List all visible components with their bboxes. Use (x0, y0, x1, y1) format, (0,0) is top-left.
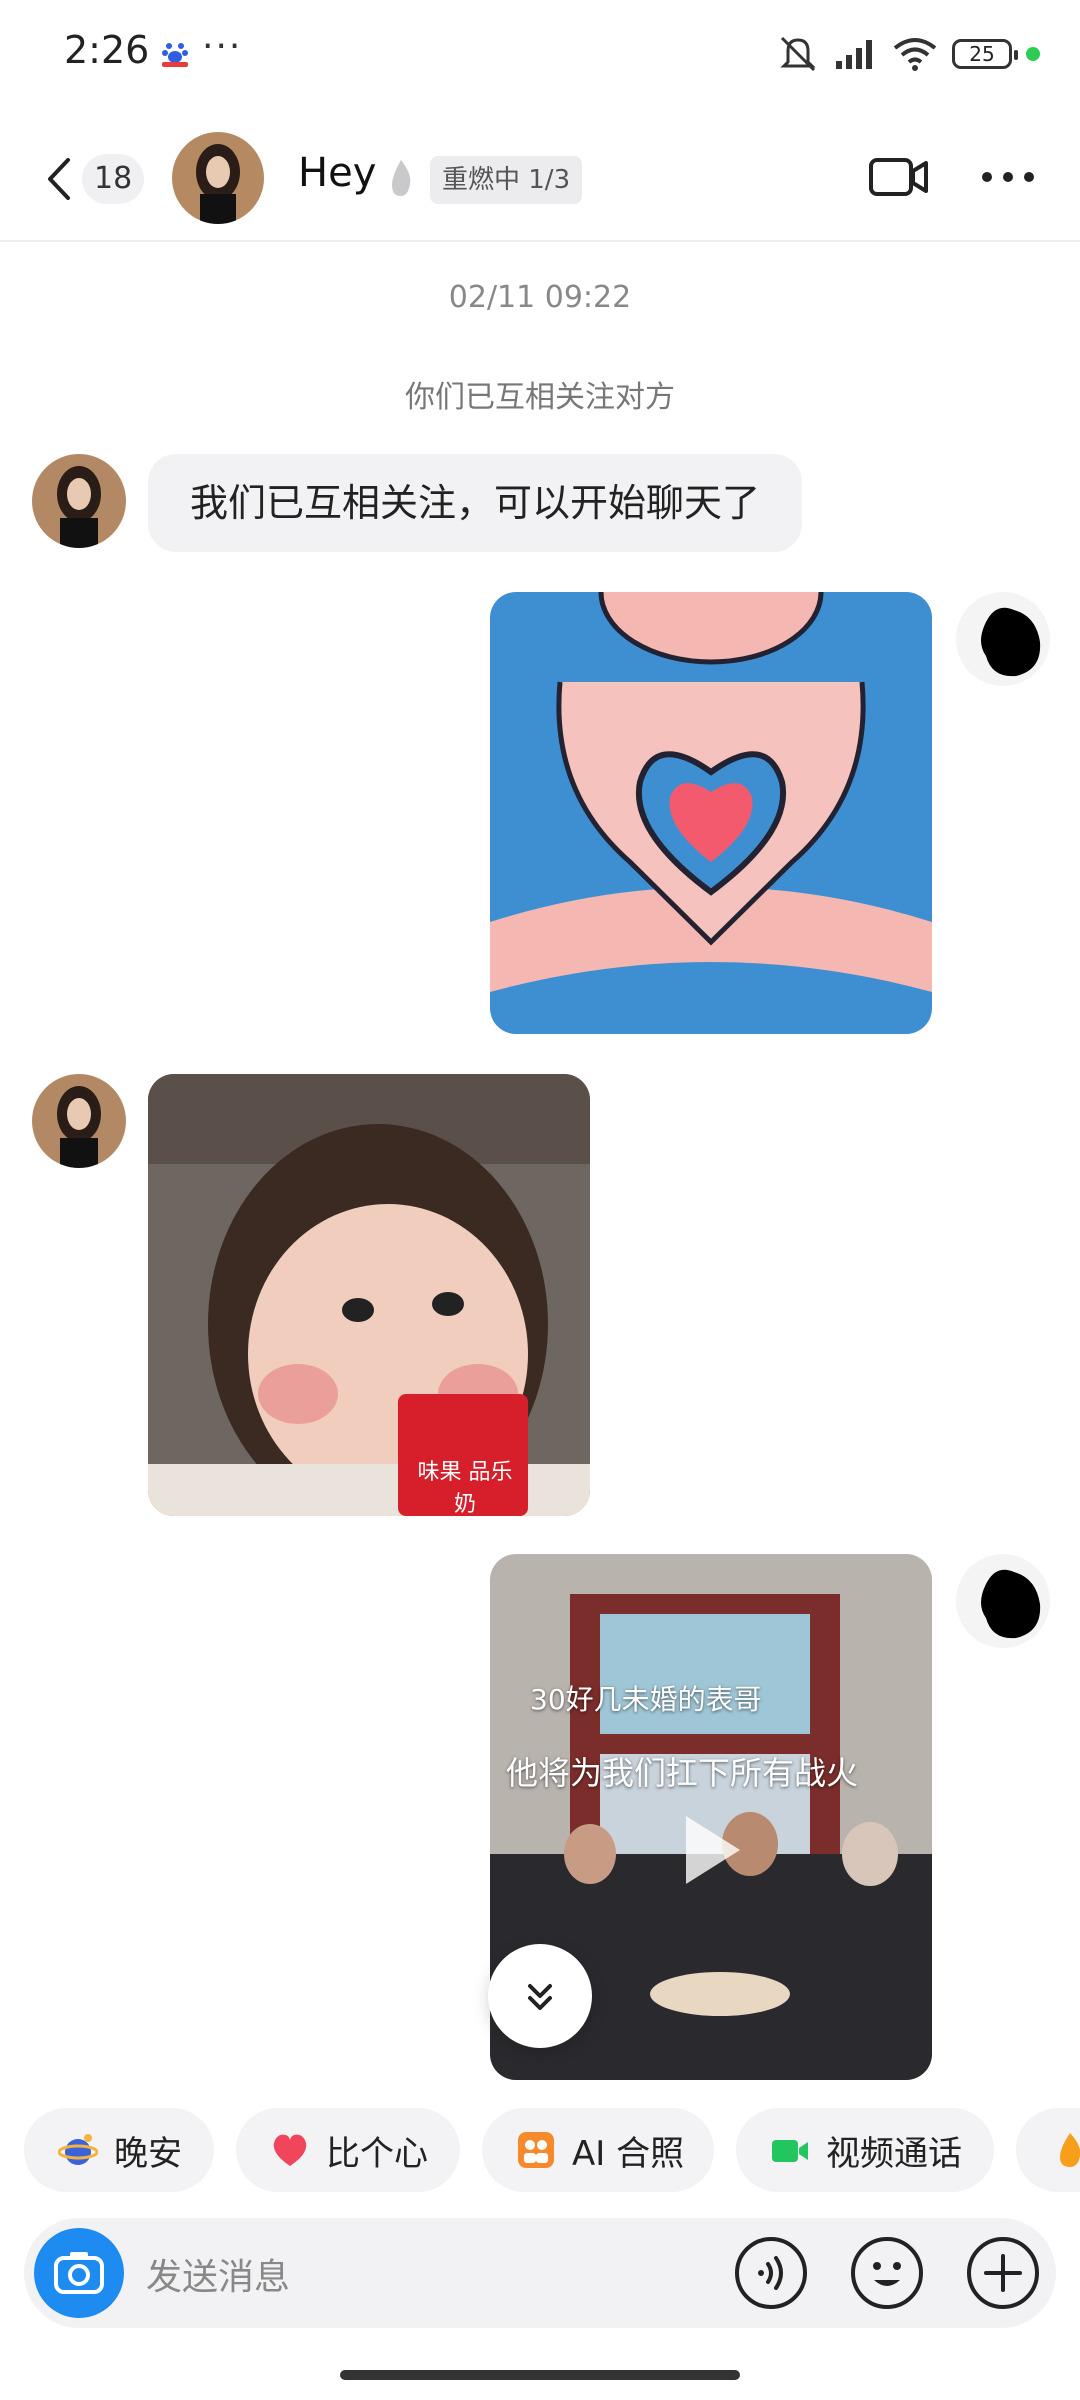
video-call-icon[interactable] (868, 154, 930, 200)
quick-reply-label: AI 合照 (572, 2133, 685, 2174)
contact-message-avatar[interactable] (32, 454, 126, 548)
camera-button[interactable] (34, 2228, 124, 2318)
video-caption-main: 他将为我们扛下所有战火 (506, 1754, 859, 1792)
video-icon (772, 2140, 808, 2162)
unread-count-badge[interactable]: 18 (82, 154, 145, 204)
mute-icon (780, 36, 816, 72)
message-timestamp: 02/11 09:22 (448, 280, 632, 315)
system-message: 你们已互相关注对方 (405, 380, 675, 415)
heart-icon (273, 2134, 307, 2166)
status-right-icons: 25 (776, 34, 1040, 74)
status-more-dots: ··· (202, 26, 243, 67)
chat-header: 18 Hey 重燃中 1/3 (0, 110, 1080, 242)
baby-photo-message[interactable]: 味果 品乐奶 (148, 1074, 590, 1516)
back-chevron-icon[interactable] (40, 156, 80, 202)
drink-label: 味果 品乐奶 (417, 1460, 513, 1516)
quick-reply-video-call[interactable]: 视频通话 (736, 2108, 994, 2192)
scroll-to-bottom-button[interactable] (488, 1944, 592, 2048)
contact-name[interactable]: Hey (298, 150, 376, 196)
ai-photo-icon (518, 2132, 554, 2168)
status-time: 2:26 (64, 28, 150, 72)
contact-message-avatar-2[interactable] (32, 1074, 126, 1168)
battery-icon: 25 (952, 39, 1018, 69)
quick-reply-heart[interactable]: 比个心 (236, 2108, 460, 2192)
video-caption-top: 30好几未婚的表哥 (530, 1683, 762, 1716)
quick-reply-ai-photo[interactable]: AI 合照 (482, 2108, 714, 2192)
my-avatar[interactable] (956, 592, 1050, 686)
emoji-icon[interactable] (850, 2236, 924, 2310)
streak-badge[interactable]: 重燃中 1/3 (430, 156, 583, 204)
fire-sticker-icon (1060, 2133, 1080, 2167)
more-dots-icon[interactable] (980, 170, 1036, 184)
play-icon[interactable] (686, 1816, 740, 1884)
quick-reply-bar: 晚安 比个心 AI 合照 视频通话 (0, 2108, 1080, 2192)
contact-avatar[interactable] (172, 132, 264, 224)
text-message-bubble[interactable]: 我们已互相关注，可以开始聊天了 (148, 454, 803, 552)
message-input-bar: 发送消息 (24, 2218, 1056, 2328)
baidu-app-icon (162, 43, 188, 67)
double-chevron-down-icon (528, 1984, 552, 2010)
quick-reply-label: 晚安 (114, 2133, 182, 2174)
signal-icon (836, 40, 872, 69)
heart-hands-sticker[interactable] (490, 592, 932, 1034)
voice-icon[interactable] (734, 2236, 808, 2310)
quick-reply-goodnight[interactable]: 晚安 (24, 2108, 214, 2192)
wifi-icon (893, 38, 937, 71)
quick-reply-label: 视频通话 (826, 2133, 962, 2174)
camera-icon (54, 2252, 104, 2294)
status-bar: 2:26 ··· 25 (0, 0, 1080, 110)
quick-reply-more[interactable] (1016, 2108, 1080, 2192)
message-input[interactable]: 发送消息 (146, 2248, 290, 2300)
my-avatar-2[interactable] (956, 1554, 1050, 1648)
moon-planet-icon (58, 2134, 98, 2165)
home-indicator[interactable] (340, 2370, 740, 2380)
quick-reply-label: 比个心 (326, 2133, 428, 2174)
flame-icon (392, 160, 411, 196)
privacy-indicator-dot (1026, 47, 1040, 61)
plus-icon[interactable] (966, 2236, 1040, 2310)
